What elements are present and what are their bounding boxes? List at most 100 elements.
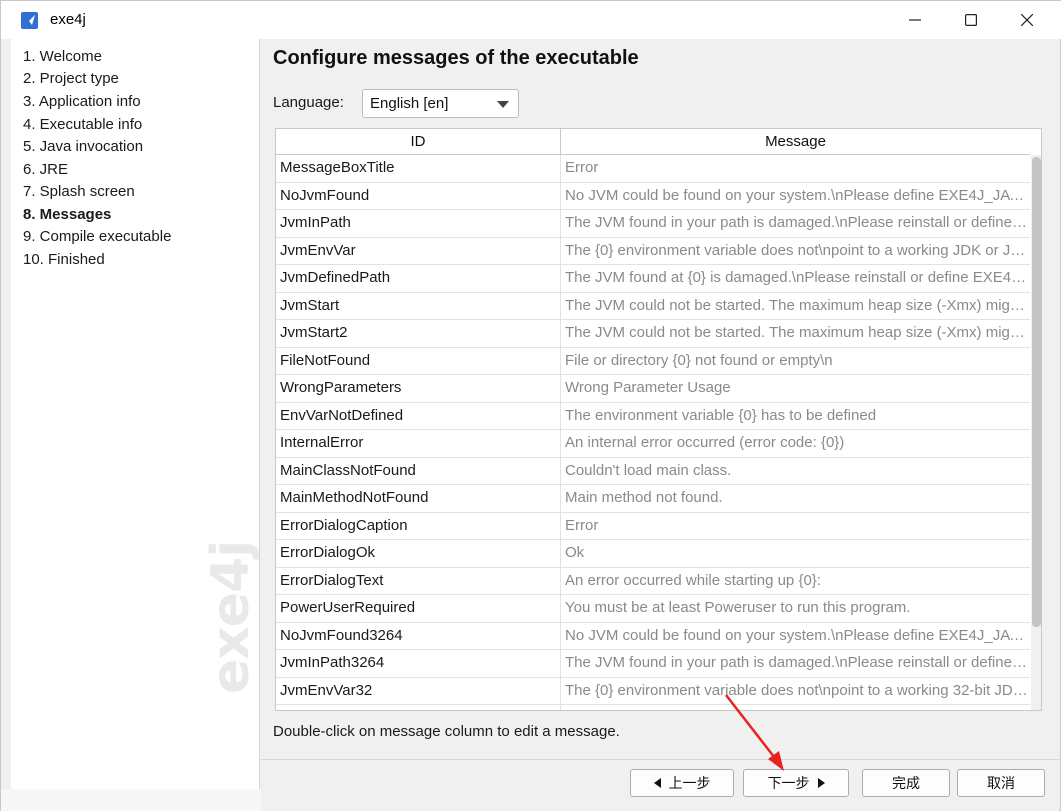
previous-button-label: 上一步	[668, 776, 711, 792]
cell-message[interactable]: No JVM could be found on your system.\nP…	[560, 182, 1030, 209]
cell-id: MainClassNotFound	[280, 461, 416, 479]
cell-id: ErrorDialogOk	[280, 544, 376, 561]
cell-id: InternalError	[280, 434, 364, 451]
finish-button[interactable]: 完成	[862, 769, 950, 797]
cell-id: JvmStart2	[280, 324, 348, 341]
messages-table: ID Message MessageBoxTitle Error NoJvmFoun…	[275, 128, 1042, 711]
table-row[interactable]: ErrorDialogOk Ok	[276, 540, 1030, 568]
cell-message[interactable]: File or directory {0} not found or empty…	[560, 347, 1030, 374]
table-row[interactable]: JvmEnvVar32 The {0} environment variable …	[276, 677, 1030, 705]
table-row[interactable]: InternalError An internal error occurred …	[276, 430, 1030, 458]
cell-message[interactable]: You must be at least Poweruser to run th…	[560, 595, 1030, 622]
table-row[interactable]: WrongParameters Wrong Parameter Usage	[276, 375, 1030, 403]
nav-step-10[interactable]: 10. Finished	[23, 251, 105, 268]
cell-id: WrongParameters	[280, 379, 402, 396]
cell-id: MainMethodNotFound	[280, 489, 429, 506]
finish-button-label: 完成	[892, 776, 920, 792]
cell-message[interactable]: The {0} environment variable does not\np…	[560, 237, 1030, 264]
cell-id: EnvVarNotDefined	[280, 406, 404, 424]
cancel-button[interactable]: 取消	[957, 769, 1045, 797]
cell-message[interactable]: The JVM found at {0} is damaged.\nPlease…	[560, 265, 1030, 292]
next-button[interactable]: 下一步	[743, 769, 849, 797]
cell-message[interactable]: The {0} environment variable does not\np…	[560, 705, 1030, 710]
table-row[interactable]: NoJvmFound No JVM could be found on your …	[276, 182, 1030, 210]
nav-step-6[interactable]: 6. JRE	[23, 161, 68, 178]
table-row[interactable]: PowerUserRequired You must be at least Po…	[276, 595, 1030, 623]
language-label: Language:	[273, 94, 344, 111]
cell-message[interactable]: The JVM could not be started. The maximu…	[560, 292, 1030, 319]
column-header-message[interactable]: Message	[560, 129, 1030, 155]
cell-id: JvmEnvVar	[280, 241, 356, 259]
cell-message[interactable]: The environment variable {0} has to be d…	[560, 402, 1030, 429]
nav-step-2[interactable]: 2. Project type	[23, 70, 119, 87]
table-row[interactable]: JvmEnvVar The {0} environment variable do…	[276, 237, 1030, 265]
table-row[interactable]: MainClassNotFound Couldn't load main clas…	[276, 457, 1030, 485]
language-select-value: English [en]	[370, 95, 449, 112]
main-panel: Configure messages of the executable Lan…	[261, 39, 1059, 759]
cell-message[interactable]: No JVM could be found on your system.\nP…	[560, 622, 1030, 649]
cell-message[interactable]: Wrong Parameter Usage	[560, 375, 1030, 402]
exe4j-window: exe4j 1. Welcome 2. Project type 3. Applic…	[0, 0, 1061, 811]
nav-step-4[interactable]: 4. Executable info	[23, 116, 142, 133]
table-row[interactable]: NoJvmFound3264 No JVM could be found on y…	[276, 622, 1030, 650]
window-title: exe4j	[50, 11, 86, 28]
cancel-button-label: 取消	[987, 776, 1015, 792]
triangle-right-icon	[817, 778, 825, 788]
next-button-label: 下一步	[767, 776, 810, 792]
nav-step-5[interactable]: 5. Java invocation	[23, 138, 143, 155]
table-row[interactable]: JvmEnvVar64 The {0} environment variable …	[276, 705, 1030, 710]
cell-message[interactable]: Couldn't load main class.	[560, 457, 1030, 484]
maximize-button[interactable]	[943, 1, 999, 39]
table-row[interactable]: EnvVarNotDefined The environment variable…	[276, 402, 1030, 430]
nav-step-8[interactable]: 8. Messages	[23, 206, 111, 223]
cell-message[interactable]: An error occurred while starting up {0}:	[560, 567, 1030, 594]
nav-step-3[interactable]: 3. Application info	[23, 93, 141, 110]
cell-message[interactable]: Error	[560, 512, 1030, 539]
cell-message[interactable]: An internal error occurred (error code: …	[560, 430, 1030, 457]
vertical-scrollbar[interactable]	[1031, 155, 1041, 710]
table-row[interactable]: MessageBoxTitle Error	[276, 155, 1030, 183]
exe4j-app-icon	[21, 12, 38, 29]
cell-message[interactable]: Ok	[560, 540, 1030, 567]
cell-id: JvmInPath3264	[280, 654, 385, 671]
table-header: ID Message	[276, 129, 1030, 155]
close-icon	[1021, 14, 1033, 26]
background-peek	[1, 789, 261, 811]
table-row[interactable]: MainMethodNotFound Main method not found.	[276, 485, 1030, 513]
nav-step-9[interactable]: 9. Compile executable	[23, 228, 171, 245]
cell-id: PowerUserRequired	[280, 599, 416, 616]
table-row[interactable]: ErrorDialogText An error occurred while s…	[276, 567, 1030, 595]
language-select[interactable]: English [en]	[362, 89, 519, 118]
cell-id: ErrorDialogText	[280, 571, 384, 589]
table-row[interactable]: JvmStart The JVM could not be started. Th…	[276, 292, 1030, 320]
table-row[interactable]: FileNotFound File or directory {0} not fo…	[276, 347, 1030, 375]
cell-message[interactable]: Main method not found.	[560, 485, 1030, 512]
minimize-button[interactable]	[887, 1, 943, 39]
cell-id: MessageBoxTitle	[280, 159, 395, 176]
maximize-icon	[965, 14, 977, 26]
page-title: Configure messages of the executable	[273, 47, 639, 69]
nav-step-7[interactable]: 7. Splash screen	[23, 183, 135, 200]
table-row[interactable]: JvmInPath The JVM found in your path is d…	[276, 210, 1030, 238]
cell-message[interactable]: The JVM found in your path is damaged.\n…	[560, 210, 1030, 237]
table-row[interactable]: JvmDefinedPath The JVM found at {0} is da…	[276, 265, 1030, 293]
cell-id: JvmInPath	[280, 214, 351, 231]
cell-id: JvmStart	[280, 296, 340, 314]
close-button[interactable]	[999, 1, 1055, 39]
table-row[interactable]: JvmStart2 The JVM could not be started. T…	[276, 320, 1030, 348]
table-row[interactable]: ErrorDialogCaption Error	[276, 512, 1030, 540]
scrollbar-thumb[interactable]	[1032, 157, 1041, 627]
title-bar: exe4j	[1, 1, 1061, 39]
table-row[interactable]: JvmInPath3264 The JVM found in your path …	[276, 650, 1030, 678]
previous-button[interactable]: 上一步	[630, 769, 734, 797]
column-header-id[interactable]: ID	[276, 129, 560, 155]
cell-message[interactable]: The JVM found in your path is damaged.\n…	[560, 650, 1030, 677]
cell-message[interactable]: The JVM could not be started. The maximu…	[560, 320, 1030, 347]
nav-step-1[interactable]: 1. Welcome	[23, 48, 102, 65]
cell-message[interactable]: Error	[560, 155, 1030, 182]
exe4j-watermark: exe4j	[201, 540, 260, 694]
cell-message[interactable]: The {0} environment variable does not\np…	[560, 677, 1030, 704]
wizard-step-list: 1. Welcome 2. Project type 3. Application …	[11, 39, 260, 789]
cell-id: JvmDefinedPath	[280, 269, 391, 286]
minimize-icon	[909, 19, 921, 21]
